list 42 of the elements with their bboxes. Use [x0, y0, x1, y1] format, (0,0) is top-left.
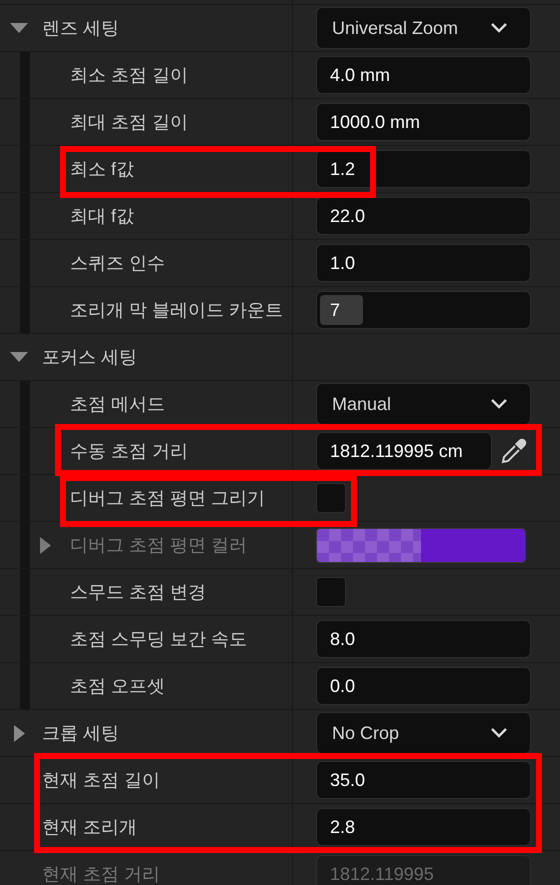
collapsed-arrow-icon[interactable] — [14, 724, 24, 742]
property-label: 최소 초점 길이 — [70, 64, 188, 86]
number-field[interactable]: 2.8 — [316, 808, 531, 846]
number-field[interactable]: 0.0 — [316, 667, 531, 705]
number-field[interactable]: 22.0 — [316, 197, 531, 235]
checkbox[interactable] — [316, 483, 346, 513]
number-field[interactable]: 8.0 — [316, 620, 531, 658]
section-title[interactable]: 포커스 세팅 — [42, 344, 138, 370]
property-label: 최대 f값 — [70, 204, 134, 228]
property-label: 현재 초점 거리 — [42, 862, 160, 885]
dropdown[interactable]: Manual — [316, 383, 531, 425]
number-field[interactable]: 1.2 — [316, 150, 531, 188]
eyedropper-icon[interactable] — [500, 437, 528, 465]
dropdown[interactable]: No Crop — [316, 712, 531, 754]
property-label: 최소 f값 — [70, 158, 134, 180]
property-label: 현재 조리개 — [42, 816, 138, 838]
property-label: 최대 초점 길이 — [70, 110, 188, 134]
property-label: 조리개 막 블레이드 카운트 — [70, 298, 284, 322]
number-field[interactable]: 1.0 — [316, 244, 531, 282]
number-field[interactable]: 1812.119995 cm — [316, 432, 492, 470]
expanded-arrow-icon[interactable] — [10, 352, 28, 362]
property-label: 디버그 초점 평면 컬러 — [70, 534, 248, 556]
section-title[interactable]: 크롭 세팅 — [42, 720, 120, 746]
property-label: 현재 초점 길이 — [42, 768, 160, 792]
property-label: 초점 메서드 — [70, 392, 166, 416]
property-label: 수동 초점 거리 — [70, 440, 188, 462]
property-label: 스무드 초점 변경 — [70, 580, 206, 604]
slider-field[interactable]: 7 — [316, 291, 531, 329]
chevron-down-icon — [490, 727, 508, 739]
chevron-down-icon — [490, 398, 508, 410]
number-field[interactable]: 4.0 mm — [316, 56, 531, 94]
number-field[interactable]: 1000.0 mm — [316, 103, 531, 141]
section-title[interactable]: 렌즈 세팅 — [42, 14, 120, 42]
property-label: 스퀴즈 인수 — [70, 252, 166, 274]
checkbox[interactable] — [316, 577, 346, 607]
expanded-arrow-icon[interactable] — [10, 23, 28, 33]
property-label: 초점 스무딩 보간 속도 — [70, 628, 248, 650]
number-field[interactable]: 35.0 — [316, 761, 531, 799]
chevron-down-icon — [490, 22, 508, 34]
property-label: 초점 오프셋 — [70, 674, 166, 698]
dropdown[interactable]: Universal Zoom — [316, 7, 531, 49]
property-label: 디버그 초점 평면 그리기 — [70, 486, 266, 510]
